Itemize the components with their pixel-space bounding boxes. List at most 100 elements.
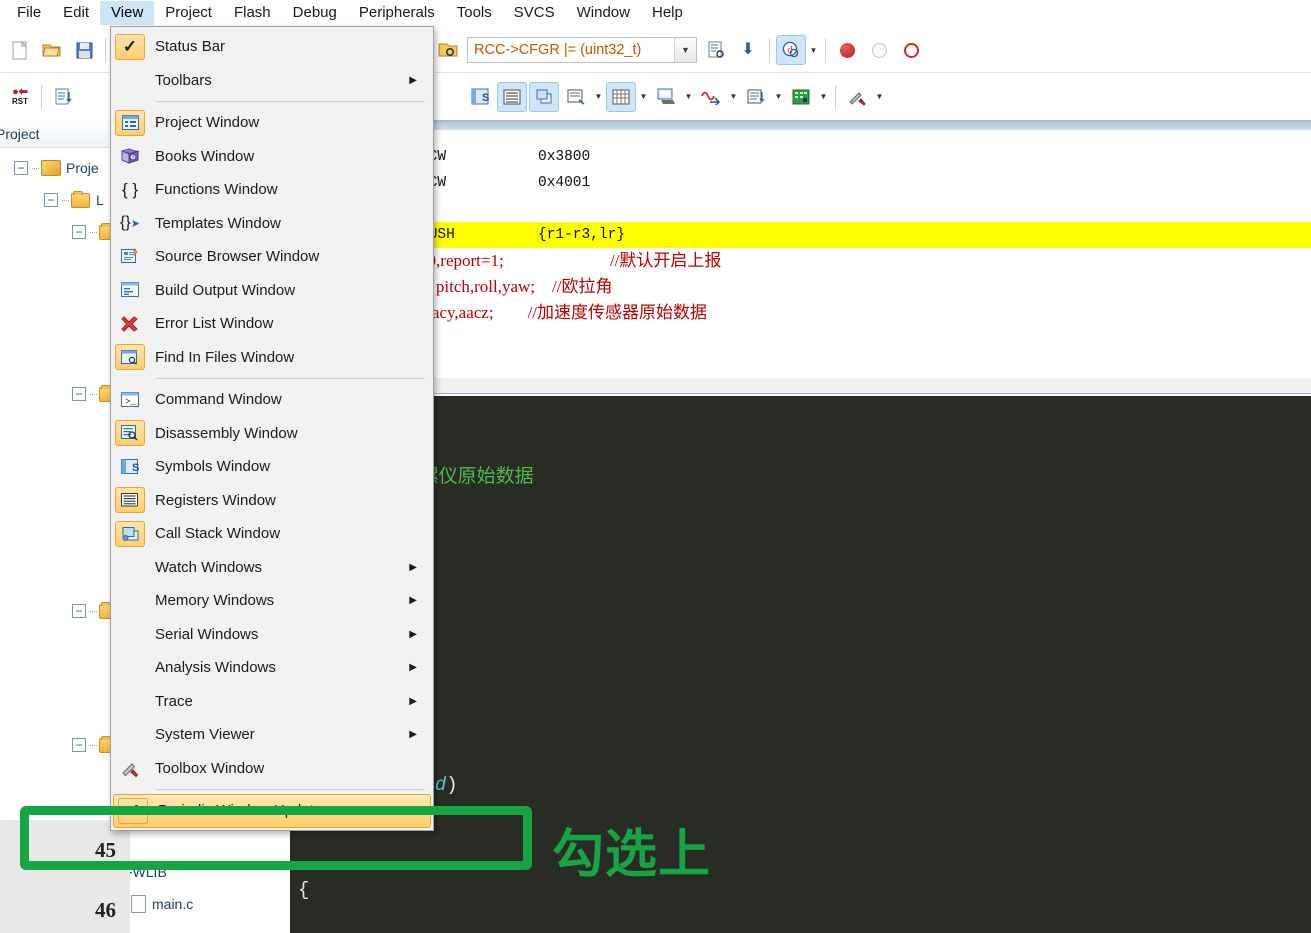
trace-icon[interactable] (741, 82, 771, 112)
disassembly-mnemonic: DCW (420, 149, 538, 165)
memory-windows-icon[interactable] (606, 81, 636, 112)
menu-item-label: System Viewer (155, 726, 255, 744)
trace-dropdown-caret-icon[interactable]: ▼ (772, 83, 785, 111)
menu-separator (155, 378, 425, 379)
disassembly-operand: 0x3800 (538, 149, 591, 165)
no-icon (115, 67, 145, 93)
menu-file[interactable]: File (6, 1, 52, 25)
view-dropdown-menu[interactable]: ✓ Status Bar Toolbars ▶ Project Window ?… (110, 26, 434, 831)
file-icon (131, 895, 146, 913)
toolbar-separator (825, 38, 826, 62)
menu-edit[interactable]: Edit (52, 1, 100, 25)
analysis-windows-icon[interactable] (696, 82, 726, 112)
menu-item-system-viewer[interactable]: System Viewer ▶ (111, 718, 433, 752)
menu-item-call-stack-window[interactable]: Call Stack Window (111, 517, 433, 551)
menu-item-build-output-window[interactable]: Build Output Window (111, 274, 433, 308)
expander-minus-icon[interactable]: − (14, 161, 28, 175)
menu-item-serial-windows[interactable]: Serial Windows ▶ (111, 618, 433, 652)
menu-window[interactable]: Window (566, 1, 641, 25)
submenu-arrow-icon: ▶ (409, 695, 417, 707)
menu-debug[interactable]: Debug (282, 1, 348, 25)
menu-item-memory-windows[interactable]: Memory Windows ▶ (111, 584, 433, 618)
source-browser-icon (115, 244, 145, 270)
breakpoint-kill-all-icon[interactable] (896, 35, 926, 65)
serial-windows-icon[interactable] (651, 82, 681, 112)
no-icon (115, 722, 145, 748)
menu-item-analysis-windows[interactable]: Analysis Windows ▶ (111, 651, 433, 685)
breakpoint-disable-icon[interactable] (864, 35, 894, 65)
menu-item-trace[interactable]: Trace ▶ (111, 685, 433, 719)
insert-icon[interactable]: ⬇ (733, 35, 763, 65)
system-viewer-dropdown-caret-icon[interactable]: ▼ (817, 83, 830, 111)
menu-item-functions-window[interactable]: { } Functions Window (111, 173, 433, 207)
menu-item-command-window[interactable]: >_ Command Window (111, 383, 433, 417)
serial-dropdown-caret-icon[interactable]: ▼ (682, 83, 695, 111)
menu-project[interactable]: Project (154, 1, 223, 25)
browse-code-icon[interactable] (701, 35, 731, 65)
new-file-icon[interactable] (5, 35, 35, 65)
system-viewer-icon[interactable] (786, 82, 816, 112)
expander-minus-icon[interactable]: − (44, 193, 58, 207)
no-icon (115, 688, 145, 714)
disassembly-line-blank (290, 196, 1311, 222)
call-stack-window-icon[interactable] (529, 81, 559, 112)
open-file-icon[interactable] (37, 35, 67, 65)
menu-item-find-in-files-window[interactable]: Find In Files Window (111, 341, 433, 375)
build-output-icon (115, 277, 145, 303)
menu-item-toolbars[interactable]: Toolbars ▶ (111, 64, 433, 98)
find-combo-box[interactable]: RCC->CFGR |= (uint32_t) ▼ (467, 37, 697, 63)
menu-item-disassembly-window[interactable]: Disassembly Window (111, 417, 433, 451)
watch-dropdown-caret-icon[interactable]: ▼ (592, 83, 605, 111)
watch-windows-icon[interactable] (561, 82, 591, 112)
analysis-dropdown-caret-icon[interactable]: ▼ (727, 83, 740, 111)
menu-view[interactable]: View (100, 1, 155, 25)
menu-item-watch-windows[interactable]: Watch Windows ▶ (111, 551, 433, 585)
menu-item-source-browser-window[interactable]: Source Browser Window (111, 240, 433, 274)
symbols-window-icon[interactable]: S (465, 82, 495, 112)
save-icon[interactable] (69, 35, 99, 65)
tree-label-main-c: main.c (152, 896, 194, 912)
run-to-cursor-icon[interactable] (48, 82, 78, 112)
start-debug-session-icon[interactable]: d (776, 35, 806, 65)
memory-dropdown-caret-icon[interactable]: ▼ (637, 83, 650, 111)
disassembly-mnemonic: PUSH (420, 227, 455, 243)
expander-minus-icon[interactable]: − (72, 387, 86, 401)
menu-item-symbols-window[interactable]: S Symbols Window (111, 450, 433, 484)
registers-window-icon[interactable] (497, 81, 527, 112)
menu-flash[interactable]: Flash (223, 1, 282, 25)
pane-splitter[interactable] (290, 378, 1311, 394)
reset-cpu-icon[interactable]: ●⬅ RST (5, 82, 35, 112)
tree-connector (90, 744, 97, 746)
expander-minus-icon[interactable]: − (72, 604, 86, 618)
source-code-editor[interactable]: //陌螺仪原始数据 int main(void) { u8 t=0,report… (290, 396, 1311, 933)
disassembly-window[interactable]: 3800 DCW 0x3800 4001 DCW 0x4001 350E PUS… (290, 120, 1311, 375)
debug-dropdown-caret-icon[interactable]: ▼ (807, 36, 820, 64)
menu-item-templates-window[interactable]: {} ➤ Templates Window (111, 207, 433, 241)
toolbox-dropdown-caret-icon[interactable]: ▼ (873, 83, 886, 111)
menu-svcs[interactable]: SVCS (503, 1, 566, 25)
menu-peripherals[interactable]: Peripherals (348, 1, 446, 25)
books-window-icon: ? (115, 143, 145, 169)
menu-item-registers-window[interactable]: Registers Window (111, 484, 433, 518)
submenu-arrow-icon: ▶ (409, 74, 417, 86)
find-in-files-icon[interactable] (433, 35, 463, 65)
expander-minus-icon[interactable]: − (72, 225, 86, 239)
menu-item-books-window[interactable]: ? Books Window (111, 140, 433, 174)
menu-item-error-list-window[interactable]: Error List Window (111, 307, 433, 341)
menu-item-toolbox-window[interactable]: Toolbox Window (111, 752, 433, 786)
menu-item-label: Trace (155, 692, 193, 710)
menu-tools[interactable]: Tools (446, 1, 503, 25)
menu-item-label: Source Browser Window (155, 248, 320, 266)
expander-minus-icon[interactable]: − (72, 738, 86, 752)
toolbox-icon[interactable] (842, 82, 872, 112)
menu-item-project-window[interactable]: Project Window (111, 106, 433, 140)
braces-icon: { } (121, 179, 139, 199)
breakpoint-insert-icon[interactable] (832, 35, 862, 65)
project-window-icon (115, 109, 145, 136)
disassembly-icon (115, 420, 145, 447)
menu-item-status-bar[interactable]: ✓ Status Bar (111, 30, 433, 64)
chevron-down-icon[interactable]: ▼ (674, 38, 696, 62)
menu-help[interactable]: Help (641, 1, 694, 25)
menu-item-label: Status Bar (155, 38, 226, 56)
menu-item-periodic-window-update[interactable]: ✓ Periodic Window Update (113, 794, 431, 828)
